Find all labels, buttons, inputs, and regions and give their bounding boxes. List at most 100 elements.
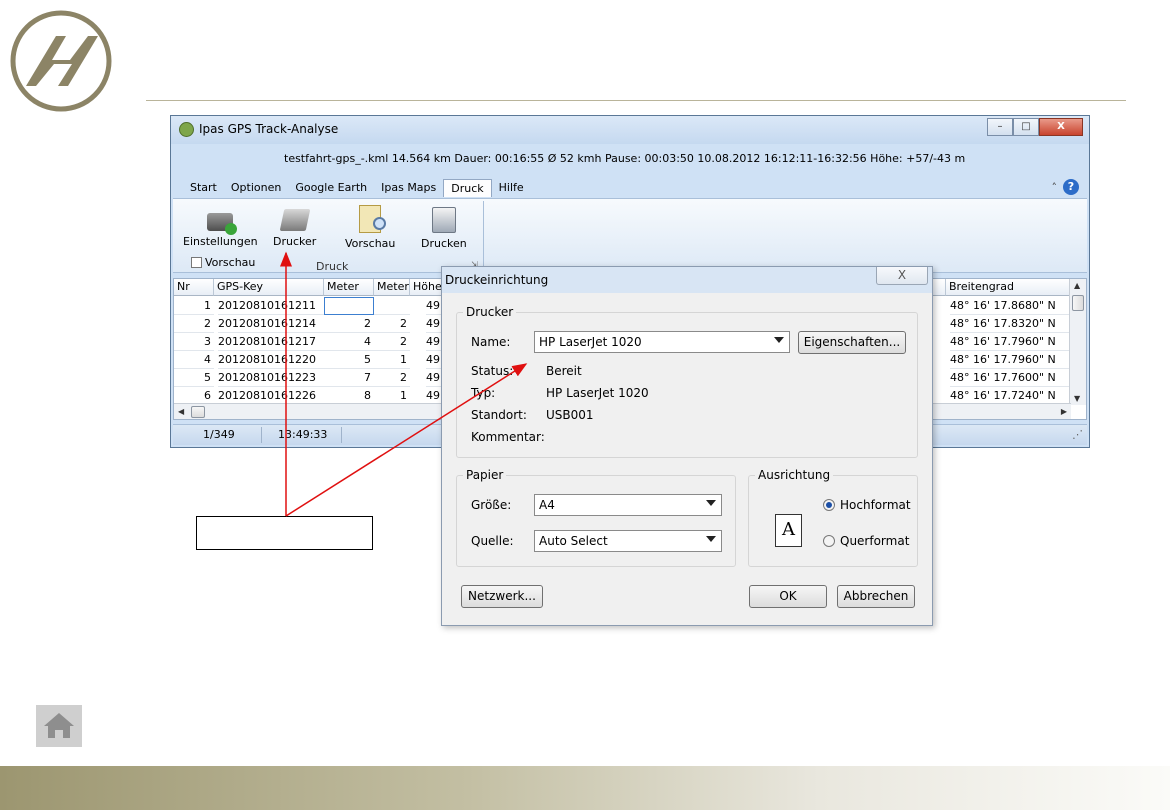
tab-google-earth[interactable]: Google Earth [288,179,374,197]
ribbon-group-label: Druck [316,260,349,273]
horizontal-scroll-thumb[interactable] [191,406,205,418]
help-icon[interactable]: ? [1063,179,1079,195]
portrait-page-icon: A [775,514,802,547]
name-label: Name: [471,335,511,349]
paper-source-select[interactable]: Auto Select [534,530,722,552]
printer-name-select[interactable]: HP LaserJet 1020 [534,331,790,353]
cancel-button[interactable]: Abbrechen [837,585,915,608]
resize-grip-icon[interactable]: ⋰ [1072,428,1083,441]
cell-nr: 1 [174,297,214,315]
column-header-meter[interactable]: Meter [324,279,374,296]
close-button[interactable]: X [1039,118,1083,136]
cell-nr: 4 [174,351,214,369]
status-value: Bereit [546,364,582,378]
printer-group: Drucker Name: HP LaserJet 1020 Eigenscha… [456,305,918,458]
checkbox-box[interactable] [191,257,202,268]
vorschau-checkbox-label: Vorschau [205,256,256,269]
source-label: Quelle: [471,534,514,548]
cell-meter-2: 1 [374,351,410,369]
paper-size-select[interactable]: A4 [534,494,722,516]
einstellungen-button[interactable]: Einstellungen [183,203,258,248]
print-preview-icon [359,205,387,233]
location-label: Standort: [471,408,527,422]
cell-nr: 5 [174,369,214,387]
cell-gps-key: 20120810161223 [218,369,324,387]
tab-optionen[interactable]: Optionen [224,179,288,197]
cell-breitengrad: 48° 16' 17.7960" N [950,333,1071,351]
printer-settings-icon [207,213,238,235]
cell-meter: 5 [324,351,374,369]
paper-size-value: A4 [539,498,555,512]
printer-name-value: HP LaserJet 1020 [539,335,642,349]
dialog-close-button[interactable]: X [876,267,928,285]
tab-hilfe[interactable]: Hilfe [492,179,531,197]
portrait-radio[interactable]: Hochformat [823,498,911,512]
column-header-breitengrad[interactable]: Breitengrad [946,279,1071,296]
scroll-right-icon[interactable]: ▶ [1061,407,1067,416]
callout-box [196,516,373,550]
column-header-nr[interactable]: Nr [174,279,214,296]
window-title: Ipas GPS Track-Analyse [199,122,339,136]
vorschau-button[interactable]: Vorschau [345,203,395,250]
printer-icon [279,209,310,231]
status-separator [341,427,342,443]
cell-meter: 2 [324,315,374,333]
header-divider [146,100,1126,101]
vertical-scroll-thumb[interactable] [1072,295,1084,311]
maximize-button[interactable]: □ [1013,118,1039,136]
collapse-ribbon-icon[interactable]: ˄ [1052,181,1058,194]
status-separator [261,427,262,443]
type-label: Typ: [471,386,496,400]
dialog-title: Druckeinrichtung [442,267,932,293]
vorschau-checkbox[interactable]: Vorschau [191,256,255,269]
network-button[interactable]: Netzwerk... [461,585,543,608]
scroll-up-icon[interactable]: ▲ [1074,281,1080,290]
drucken-button[interactable]: Drucken [421,203,467,250]
cell-nr: 2 [174,315,214,333]
cell-meter-2: 2 [374,315,410,333]
print-setup-dialog: Druckeinrichtung X Drucker Name: HP Lase… [441,266,933,626]
tab-druck[interactable]: Druck [443,179,492,197]
cell-meter: 7 [324,369,374,387]
drucken-label: Drucken [421,237,467,250]
tab-start[interactable]: Start [183,179,224,197]
paper-group: Papier Größe: A4 Quelle: Auto Select [456,468,736,567]
status-record: 1/349 [203,428,235,441]
landscape-radio[interactable]: Querformat [823,534,909,548]
portrait-label: Hochformat [840,498,911,512]
ribbon-panel: Einstellungen Drucker Vorschau Drucken V… [173,198,1087,273]
paper-group-label: Papier [463,468,507,482]
properties-button[interactable]: Eigenschaften... [798,331,906,354]
app-icon [179,122,194,137]
cell-nr: 3 [174,333,214,351]
landscape-label: Querformat [840,534,910,548]
column-header-meter-2[interactable]: Meter [374,279,410,296]
cell-breitengrad: 48° 16' 17.7600" N [950,369,1071,387]
scroll-left-icon[interactable]: ◀ [178,407,184,416]
vertical-scrollbar[interactable]: ▲ ▼ [1069,279,1086,405]
chevron-down-icon [774,337,784,343]
cell-gps-key: 20120810161217 [218,333,324,351]
minimize-button[interactable]: – [987,118,1013,136]
cell-meter-2: 2 [374,369,410,387]
radio-unselected-icon[interactable] [823,535,835,547]
type-value: HP LaserJet 1020 [546,386,649,400]
radio-selected-icon[interactable] [823,499,835,511]
scroll-down-icon[interactable]: ▼ [1074,394,1080,403]
cell-meter-selected[interactable] [324,297,374,315]
cell-meter: 4 [324,333,374,351]
ribbon-group-divider [483,201,484,271]
title-bar: Ipas GPS Track-Analyse – □ X [171,116,1089,144]
status-time: 13:49:33 [278,428,328,441]
cell-gps-key: 20120810161211 [218,297,324,315]
ribbon-tabs: Start Optionen Google Earth Ipas Maps Dr… [183,179,531,197]
cell-meter-2: 2 [374,333,410,351]
drucker-button[interactable]: Drucker [273,203,316,248]
drucker-label: Drucker [273,235,317,248]
printer-group-label: Drucker [463,305,517,319]
ok-button[interactable]: OK [749,585,827,608]
cell-breitengrad: 48° 16' 17.8320" N [950,315,1071,333]
column-header-gps-key[interactable]: GPS-Key [214,279,324,296]
tab-ipas-maps[interactable]: Ipas Maps [374,179,443,197]
home-button[interactable] [36,705,82,747]
